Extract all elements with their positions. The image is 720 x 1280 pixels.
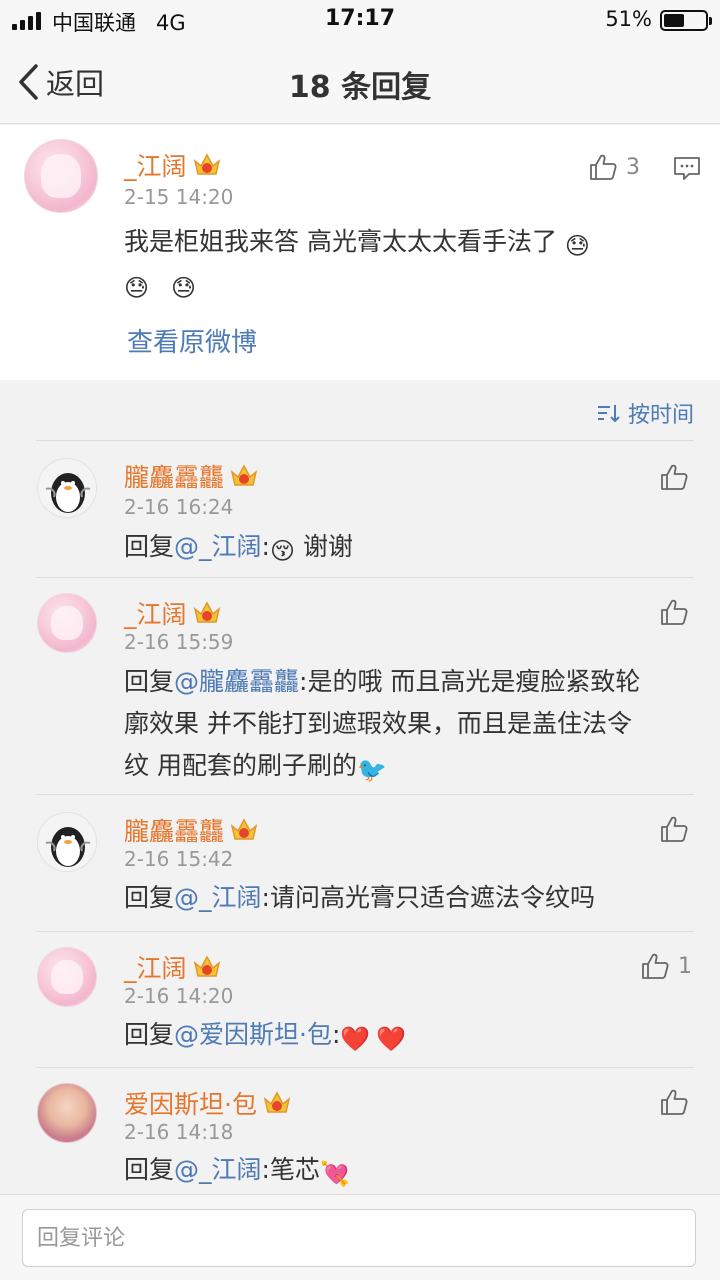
sort-icon — [597, 405, 620, 423]
nav-bar: 返回 18 条回复 — [0, 40, 720, 124]
divider — [36, 577, 694, 578]
mention-link[interactable]: @_江阔 — [174, 883, 262, 912]
reply-text: 回复@_江阔:笔芯💘 — [124, 1155, 350, 1188]
vip-crown-icon — [193, 600, 221, 626]
thumbs-up-icon — [661, 816, 688, 842]
divider — [36, 1067, 694, 1068]
status-bar: 中国联通 4G 17:17 51% — [0, 0, 720, 40]
vip-crown-icon — [230, 463, 258, 489]
comment-icon — [674, 157, 700, 180]
timestamp: 2-16 15:59 — [124, 630, 234, 654]
like-button[interactable] — [659, 462, 689, 492]
reply-item: 爱因斯坦·包 2-16 14:18 回复@_江阔:笔芯💘 — [0, 1067, 720, 1194]
vip-crown-icon — [263, 1090, 291, 1116]
thumbs-up-icon — [661, 464, 688, 490]
page-title: 18 条回复 — [288, 70, 432, 105]
reply-button[interactable] — [672, 153, 702, 183]
reply-item: _江阔 2-16 14:20 1 回复@爱因斯坦·包:❤️ ❤️ — [0, 931, 720, 1067]
sweat-emoji: 😓 — [170, 274, 197, 302]
username[interactable]: _江阔 — [124, 949, 187, 985]
battery-icon — [660, 10, 712, 31]
like-button[interactable]: 3 — [588, 152, 640, 182]
reply-item: 朧麤靐龘 2-16 16:24 回复@_江阔:😚 谢谢 — [0, 440, 720, 577]
avatar[interactable] — [37, 1083, 97, 1143]
thumbs-up-icon — [642, 953, 669, 979]
reply-text: 回复@朧麤靐龘:是的哦 而且高光是瘦脸紧致轮 廓效果 并不能打到遮瑕效果，而且是… — [124, 667, 641, 784]
heart-emoji: ❤️ — [340, 1025, 371, 1053]
reply-text: 回复@_江阔:请问高光膏只适合遮法令纹吗 — [124, 883, 595, 912]
like-button[interactable] — [659, 597, 689, 627]
username[interactable]: _江阔 — [124, 595, 187, 631]
bird-emoji: 🐦 — [356, 756, 387, 784]
divider — [36, 440, 694, 441]
sweat-emoji: 😓 — [124, 274, 150, 302]
timestamp: 2-16 14:18 — [124, 1120, 234, 1144]
main-comment: _江阔 2-15 14:20 3 我是柜姐我来答 高光膏太太太看手法了 😓 😓 … — [0, 125, 720, 380]
username[interactable]: _江阔 — [124, 147, 187, 183]
like-button[interactable] — [659, 1087, 689, 1117]
thumbs-up-icon — [590, 154, 617, 180]
divider — [36, 794, 694, 795]
sort-button[interactable]: 按时间 — [596, 397, 694, 429]
timestamp: 2-16 14:20 — [124, 984, 234, 1008]
reply-item: _江阔 2-16 15:59 回复@朧麤靐龘:是的哦 而且高光是瘦脸紧致轮 廓效… — [0, 577, 720, 794]
timestamp: 2-15 14:20 — [124, 185, 234, 209]
vip-crown-icon — [193, 152, 221, 178]
mention-link[interactable]: @_江阔 — [174, 1155, 262, 1184]
like-count: 3 — [626, 154, 640, 180]
reply-text: 回复@_江阔:😚 谢谢 — [124, 532, 353, 565]
sort-row: 按时间 — [0, 380, 720, 440]
mention-link[interactable]: @朧麤靐龘 — [174, 667, 299, 696]
timestamp: 2-16 16:24 — [124, 495, 234, 519]
mention-link[interactable]: @_江阔 — [174, 532, 262, 561]
username[interactable]: 朧麤靐龘 — [124, 458, 224, 494]
username[interactable]: 爱因斯坦·包 — [124, 1085, 257, 1121]
battery-percent: 51% — [605, 7, 652, 31]
username[interactable]: 朧麤靐龘 — [124, 812, 224, 848]
sort-label: 按时间 — [627, 403, 694, 428]
heart-emoji: ❤️ — [376, 1025, 407, 1053]
reply-item: 朧麤靐龘 2-16 15:42 回复@_江阔:请问高光膏只适合遮法令纹吗 — [0, 794, 720, 931]
thumbs-up-icon — [661, 599, 688, 625]
timestamp: 2-16 15:42 — [124, 847, 234, 871]
reply-text: 回复@爱因斯坦·包:❤️ ❤️ — [124, 1020, 407, 1053]
reply-input[interactable] — [22, 1209, 696, 1267]
heart-arrow-emoji: 💘 — [319, 1160, 350, 1188]
like-button[interactable] — [659, 814, 689, 844]
kiss-emoji: 😚 — [269, 537, 295, 565]
divider — [36, 931, 694, 932]
battery-fill — [664, 14, 684, 27]
thumbs-up-icon — [661, 1089, 688, 1115]
like-count: 1 — [678, 953, 692, 979]
mention-link[interactable]: @爱因斯坦·包 — [174, 1020, 332, 1049]
reply-input-bar — [0, 1194, 720, 1280]
avatar[interactable] — [37, 812, 97, 872]
avatar[interactable] — [24, 139, 98, 213]
vip-crown-icon — [193, 954, 221, 980]
like-button[interactable]: 1 — [640, 951, 692, 981]
avatar[interactable] — [37, 458, 97, 518]
view-original-link[interactable]: 查看原微博 — [127, 322, 257, 359]
sweat-emoji: 😓 — [564, 232, 590, 260]
avatar[interactable] — [37, 947, 97, 1007]
comment-text: 我是柜姐我来答 高光膏太太太看手法了 😓 😓 😓 — [124, 227, 590, 302]
avatar[interactable] — [37, 593, 97, 653]
vip-crown-icon — [230, 817, 258, 843]
